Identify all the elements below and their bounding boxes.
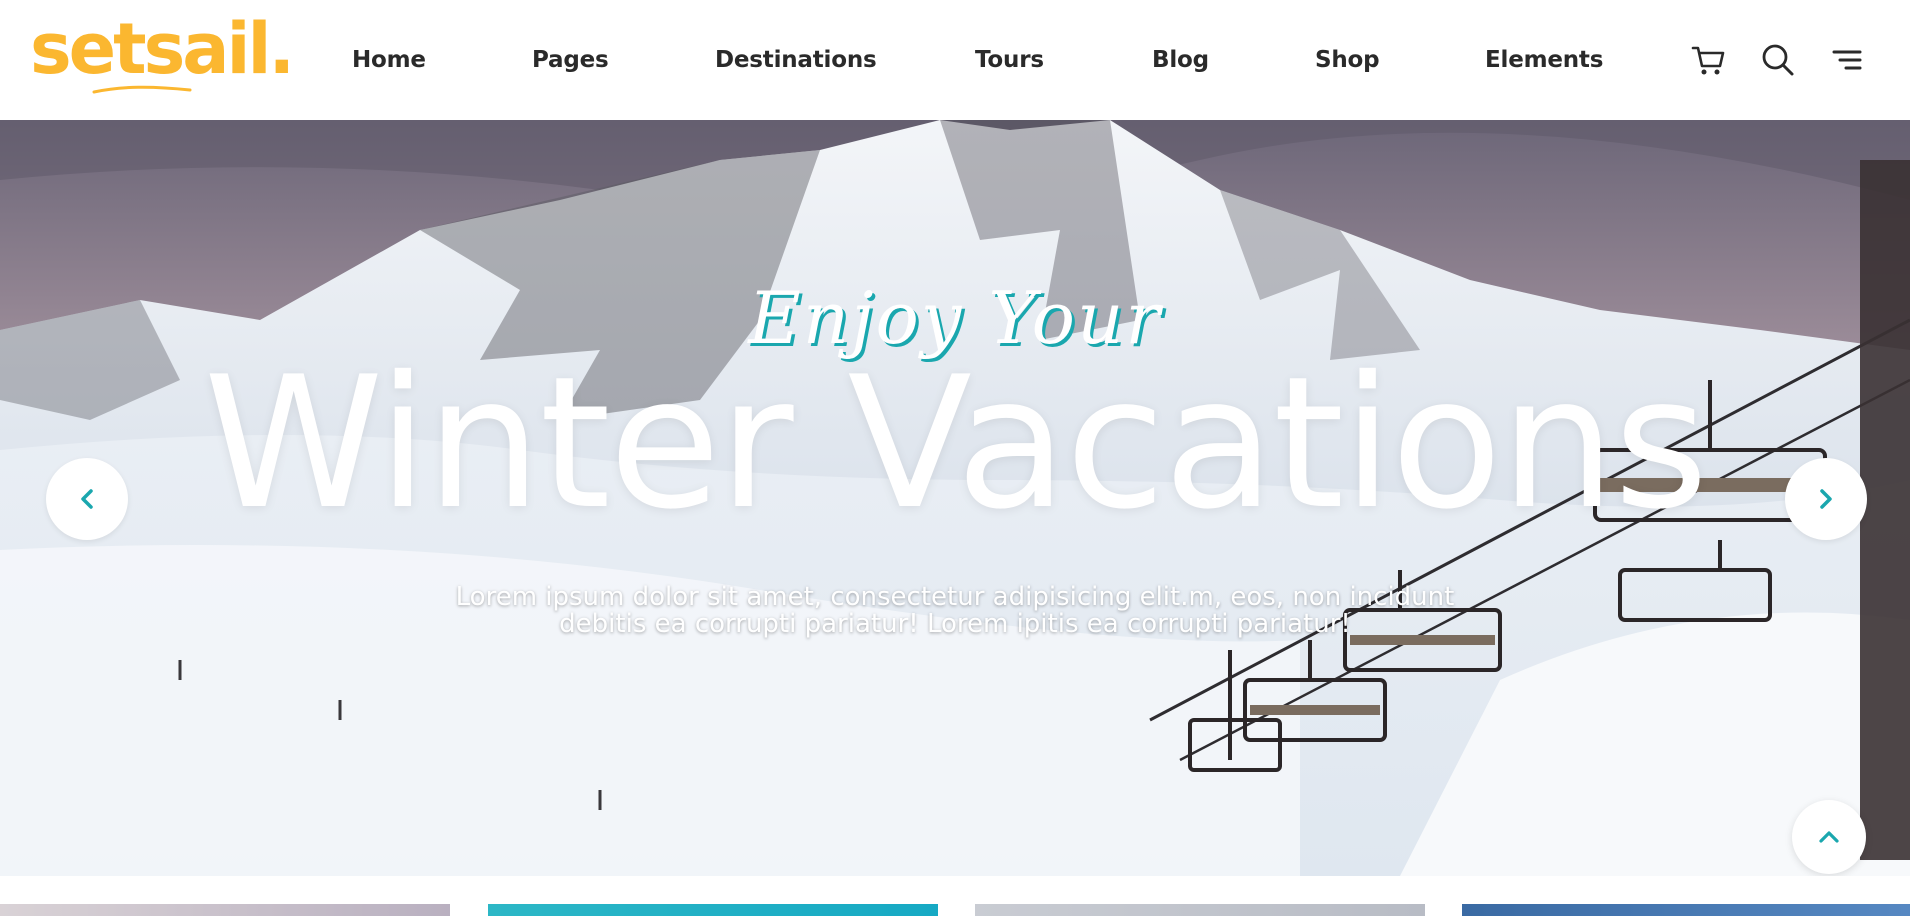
hero-description-line: Lorem ipsum dolor sit amet, consectetur …	[455, 582, 1455, 612]
nav-item-tours[interactable]: Tours	[975, 47, 1044, 73]
slider-next-button[interactable]	[1785, 458, 1867, 540]
nav-item-shop[interactable]: Shop	[1315, 47, 1380, 73]
hero-description-line: debitis ea corrupti pariatur! Lorem ipit…	[559, 609, 1351, 639]
chevron-up-icon	[1819, 831, 1839, 843]
search-icon[interactable]	[1760, 42, 1796, 82]
nav-item-destinations[interactable]: Destinations	[715, 47, 877, 73]
logo[interactable]: setsail.	[30, 14, 295, 84]
chevron-right-icon	[1820, 489, 1832, 509]
nav-item-blog[interactable]: Blog	[1152, 47, 1209, 73]
nav-item-home[interactable]: Home	[352, 47, 426, 73]
destination-card[interactable]	[975, 904, 1425, 916]
hero-title: Winter Vacations	[203, 337, 1709, 549]
scroll-to-top-button[interactable]	[1792, 800, 1866, 874]
slider-prev-button[interactable]	[46, 458, 128, 540]
destination-card[interactable]	[488, 904, 938, 916]
cart-icon[interactable]	[1690, 42, 1726, 82]
hero-description: Lorem ipsum dolor sit amet, consectetur …	[420, 584, 1490, 638]
site-header: setsail. Home Pages Destinations Tours B…	[0, 0, 1910, 120]
destination-card[interactable]	[1462, 904, 1910, 916]
logo-swoosh-icon	[92, 85, 192, 94]
menu-icon[interactable]	[1832, 42, 1862, 82]
hero-slider: Enjoy Your Winter Vacations Lorem ipsum …	[0, 120, 1910, 876]
chevron-left-icon	[81, 489, 93, 509]
nav-item-elements[interactable]: Elements	[1485, 47, 1603, 73]
nav-item-pages[interactable]: Pages	[532, 47, 609, 73]
destination-card[interactable]	[0, 904, 450, 916]
